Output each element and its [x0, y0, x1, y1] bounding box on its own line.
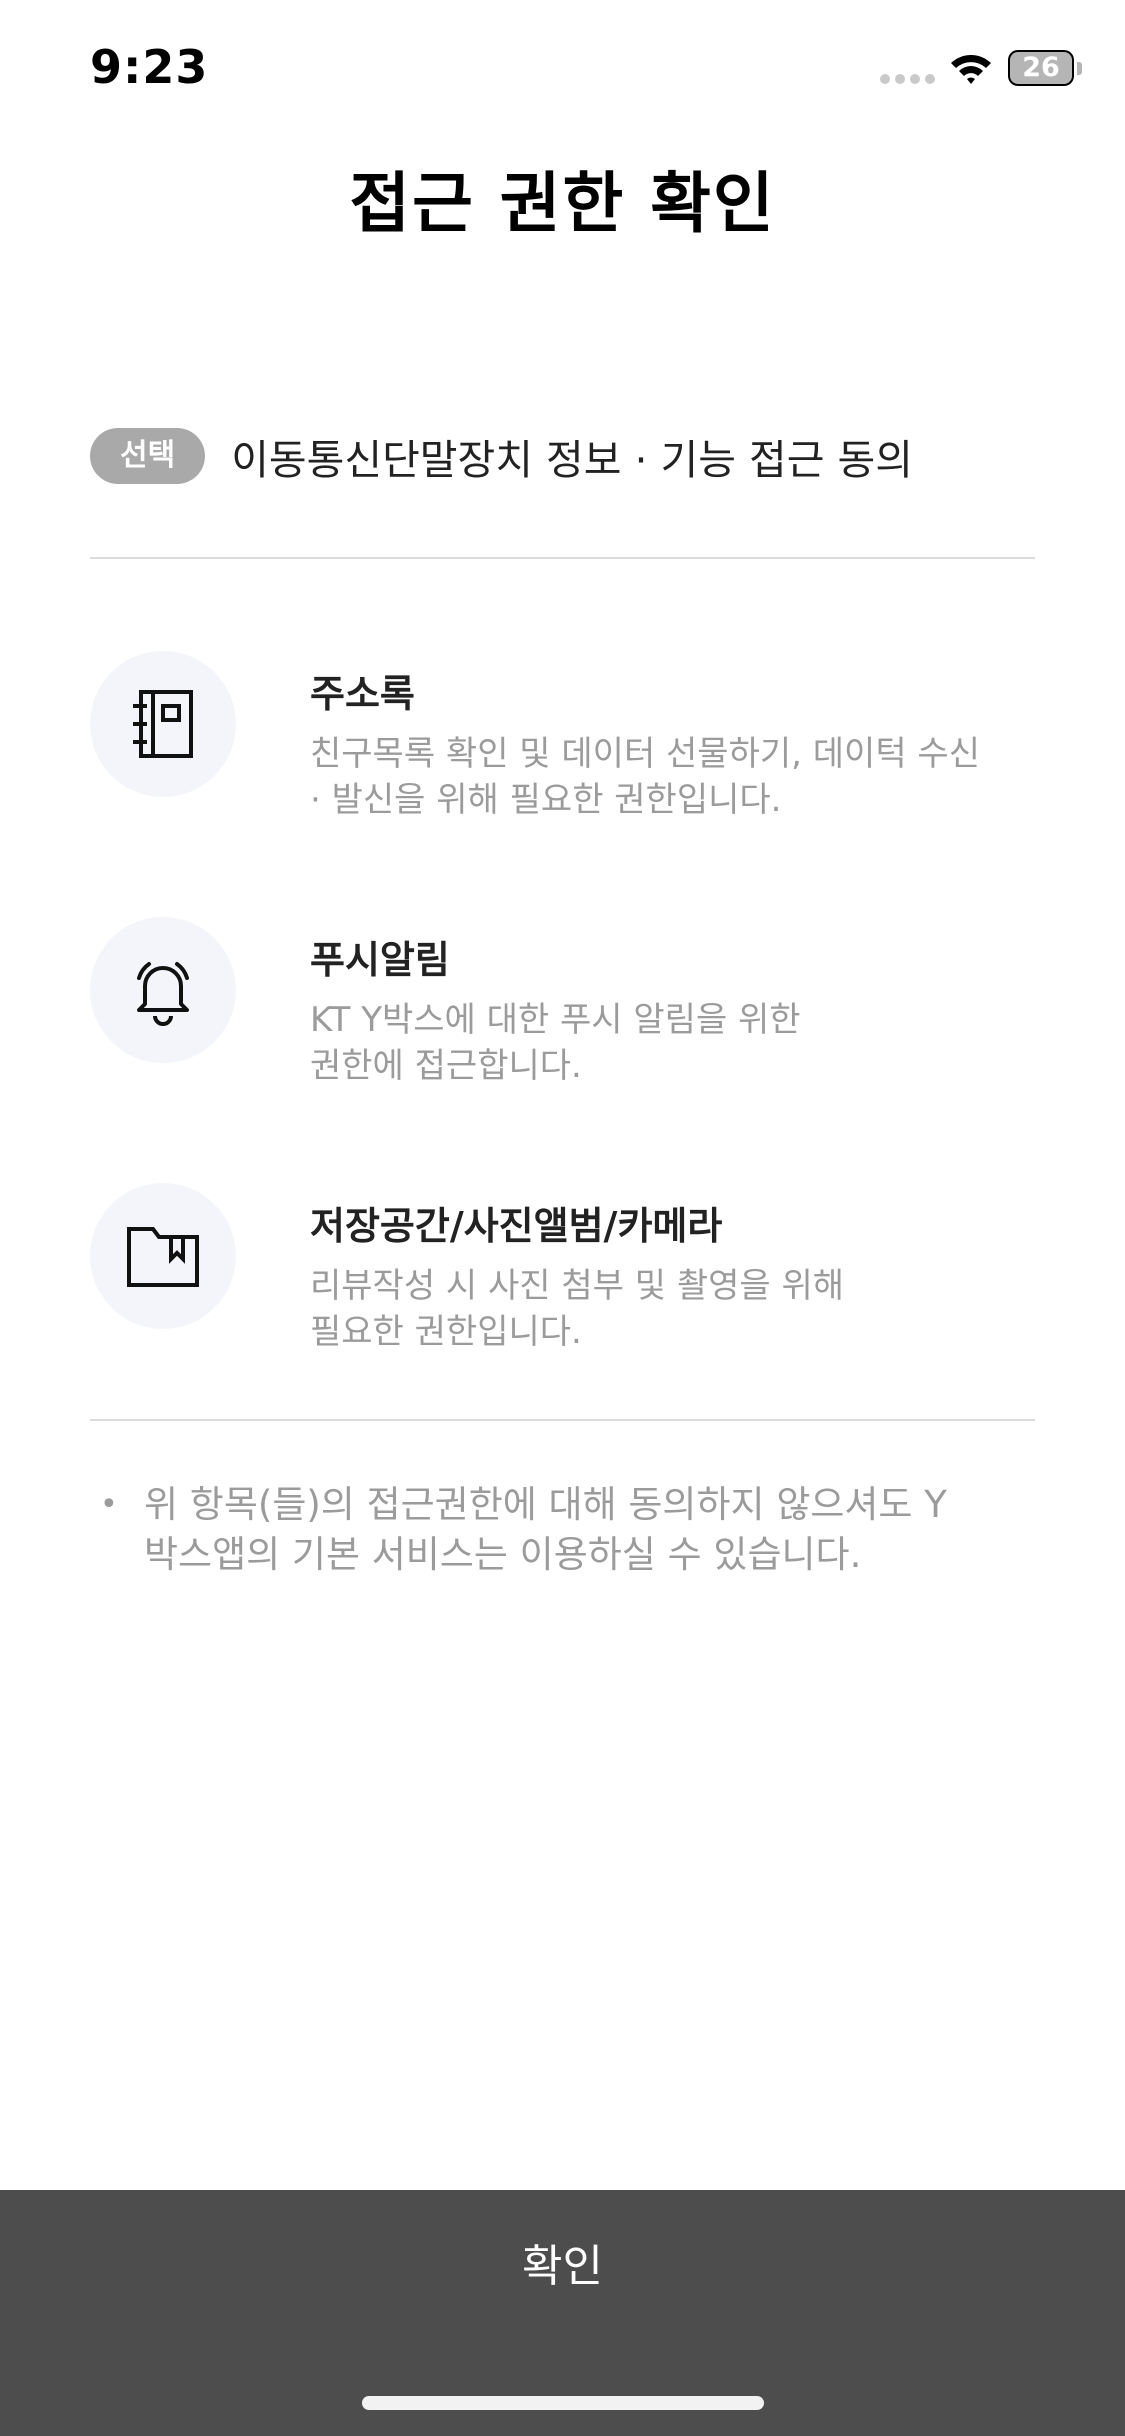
- permission-description: 친구목록 확인 및 데이터 선물하기, 데이턱 수신 · 발신을 위해 필요한 …: [310, 731, 1040, 823]
- permission-title: 푸시알림: [310, 938, 450, 982]
- permission-desc-line: 필요한 권한입니다.: [310, 1312, 582, 1352]
- page-title: 접근 권한 확인: [349, 165, 776, 242]
- address-book-icon: [90, 651, 236, 797]
- permission-title: 주소록: [310, 672, 415, 716]
- battery-level-text: 26: [1022, 52, 1060, 83]
- divider-bottom: [90, 1419, 1035, 1421]
- consent-label: 이동통신단말장치 정보 · 기능 접근 동의: [231, 436, 913, 484]
- permission-desc-line: · 발신을 위해 필요한 권한입니다.: [310, 780, 782, 820]
- signal-icon: [880, 74, 935, 84]
- battery-icon: 26: [1008, 50, 1074, 86]
- permission-storage: 저장공간/사진앨범/카메라 리뷰작성 시 사진 첨부 및 촬영을 위해 필요한 …: [90, 1183, 1035, 1373]
- permission-description: KT Y박스에 대한 푸시 알림을 위한 권한에 접근합니다.: [310, 997, 1040, 1089]
- consent-row: 선택 이동통신단말장치 정보 · 기능 접근 동의: [90, 428, 913, 484]
- permission-description: 리뷰작성 시 사진 첨부 및 촬영을 위해 필요한 권한입니다.: [310, 1263, 1040, 1355]
- divider-top: [90, 557, 1035, 559]
- bullet-icon: •: [100, 1487, 118, 1522]
- notice: • 위 항목(들)의 접근권한에 대해 동의하지 않으셔도 Y 박스앱의 기본 …: [100, 1480, 1030, 1580]
- permission-desc-line: 친구목록 확인 및 데이터 선물하기, 데이턱 수신: [310, 734, 980, 774]
- home-indicator: [362, 2396, 764, 2410]
- wifi-icon: [951, 55, 991, 84]
- status-bar: 9:23 26: [0, 0, 1125, 140]
- permission-push: 푸시알림 KT Y박스에 대한 푸시 알림을 위한 권한에 접근합니다.: [90, 917, 1035, 1107]
- notice-line: 위 항목(들)의 접근권한에 대해 동의하지 않으셔도 Y: [144, 1483, 947, 1526]
- notice-text: 위 항목(들)의 접근권한에 대해 동의하지 않으셔도 Y 박스앱의 기본 서비…: [144, 1480, 947, 1580]
- permission-desc-line: 권한에 접근합니다.: [310, 1046, 582, 1086]
- confirm-label: 확인: [522, 2241, 603, 2292]
- bell-icon: [90, 917, 236, 1063]
- permission-title: 저장공간/사진앨범/카메라: [310, 1204, 723, 1248]
- permission-desc-line: KT Y박스에 대한 푸시 알림을 위한: [310, 1000, 801, 1040]
- permission-contacts: 주소록 친구목록 확인 및 데이터 선물하기, 데이턱 수신 · 발신을 위해 …: [90, 651, 1035, 841]
- folder-icon: [90, 1183, 236, 1329]
- notice-line: 박스앱의 기본 서비스는 이용하실 수 있습니다.: [144, 1533, 862, 1576]
- battery-cap: [1077, 62, 1082, 75]
- permission-desc-line: 리뷰작성 시 사진 첨부 및 촬영을 위해: [310, 1266, 845, 1306]
- status-time: 9:23: [90, 40, 209, 94]
- optional-badge: 선택: [90, 428, 206, 484]
